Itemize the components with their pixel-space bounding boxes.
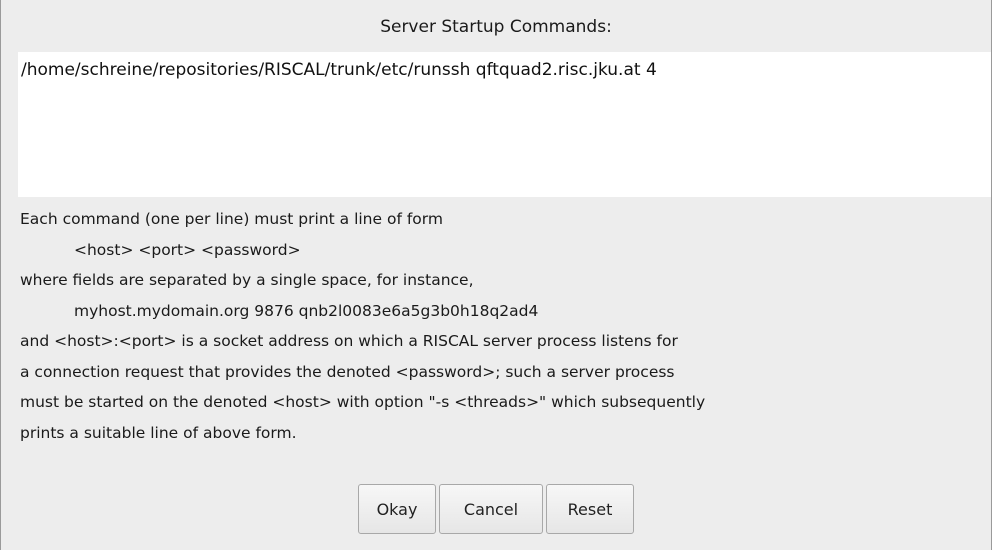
help-line-format: <host> <port> <password> [74, 240, 301, 259]
cancel-button[interactable]: Cancel [439, 484, 543, 534]
server-startup-dialog: Server Startup Commands: /home/schreine/… [0, 0, 992, 550]
help-line: must be started on the denoted <host> wi… [20, 393, 706, 411]
help-line: Each command (one per line) must print a… [20, 210, 443, 228]
startup-commands-textarea[interactable]: /home/schreine/repositories/RISCAL/trunk… [18, 52, 991, 197]
okay-button[interactable]: Okay [358, 484, 436, 534]
reset-button[interactable]: Reset [546, 484, 634, 534]
dialog-title: Server Startup Commands: [380, 17, 612, 37]
help-line-example: myhost.mydomain.org 9876 qnb2l0083e6a5g3… [74, 301, 539, 320]
help-line: and <host>:<port> is a socket address on… [20, 332, 678, 350]
help-line: a connection request that provides the d… [20, 362, 675, 381]
button-bar: Okay Cancel Reset [1, 484, 991, 534]
help-line: where fields are separated by a single s… [20, 271, 474, 289]
help-line: prints a suitable line of above form. [20, 423, 297, 442]
help-text: Each command (one per line) must print a… [20, 204, 985, 448]
